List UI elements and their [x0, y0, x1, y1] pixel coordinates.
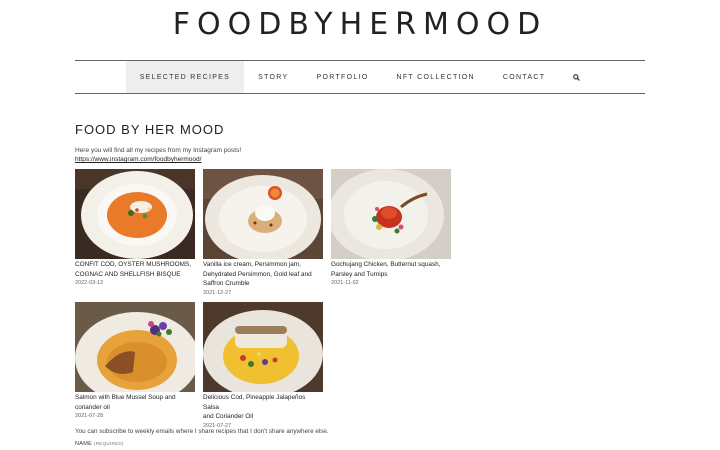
intro-line: Here you will find all my recipes from m…	[75, 147, 242, 154]
recipe-title-line[interactable]: CONFIT COD, OYSTER MUSHROOMS,	[75, 260, 195, 270]
intro-text: Here you will find all my recipes from m…	[75, 146, 645, 164]
recipe-grid: CONFIT COD, OYSTER MUSHROOMS, COGNAC AND…	[75, 169, 645, 429]
recipe-date: 2021-07-28	[75, 413, 104, 419]
recipe-title-line[interactable]: Vanilla ice cream, Persimmon jam,	[203, 260, 323, 270]
recipe-image-salmon[interactable]	[75, 302, 195, 392]
recipe-image-delicious-cod[interactable]	[203, 302, 323, 392]
recipe-image-vanilla-ice-cream[interactable]	[203, 169, 323, 259]
recipe-title[interactable]: Vanilla ice cream, Persimmon jam, Dehydr…	[203, 260, 323, 289]
instagram-link[interactable]: https://www.instagram.com/foodbyhermood/	[75, 156, 201, 163]
recipe-title-line[interactable]: COGNAC AND SHELLFISH BISQUE	[75, 270, 195, 280]
name-field-label: NAME (REQUIRED)	[75, 441, 124, 447]
recipe-title-line[interactable]: Gochujang Chicken, Butternut squash,	[331, 260, 451, 270]
recipe-image-gochujang-chicken[interactable]	[331, 169, 451, 259]
recipe-card-salmon[interactable]: Salmon with Blue Mussel Soup and coriand…	[75, 302, 195, 420]
nav-portfolio[interactable]: PORTFOLIO	[303, 61, 383, 93]
main-content: FOOD BY HER MOOD Here you will find all …	[75, 122, 645, 429]
recipe-image-confit-cod[interactable]	[75, 169, 195, 259]
recipe-title-line[interactable]: Saffron Crumble	[203, 279, 323, 289]
recipe-card-gochujang-chicken[interactable]: Gochujang Chicken, Butternut squash, Par…	[331, 169, 451, 287]
nav-story[interactable]: STORY	[244, 61, 302, 93]
nav-contact[interactable]: CONTACT	[489, 61, 559, 93]
nav-nft-collection[interactable]: NFT COLLECTION	[383, 61, 489, 93]
recipe-title-line[interactable]: Delicious Cod, Pineapple Jalapeños Salsa	[203, 393, 323, 412]
recipe-title[interactable]: Salmon with Blue Mussel Soup and coriand…	[75, 393, 195, 412]
recipe-title-line[interactable]: coriander oil	[75, 403, 195, 413]
site-title[interactable]: FOODBYHERMOOD	[0, 0, 720, 52]
main-nav: SELECTED RECIPES STORY PORTFOLIO NFT COL…	[75, 60, 645, 94]
recipe-card-vanilla-ice-cream[interactable]: Vanilla ice cream, Persimmon jam, Dehydr…	[203, 169, 323, 297]
required-marker: (REQUIRED)	[93, 441, 124, 446]
nav-selected-recipes[interactable]: SELECTED RECIPES	[125, 61, 245, 93]
page-title: FOOD BY HER MOOD	[75, 122, 225, 137]
search-icon[interactable]	[559, 61, 594, 93]
name-label-text: NAME	[75, 441, 93, 447]
newsletter-text: You can subscribe to weekly emails where…	[75, 428, 329, 435]
recipe-card-delicious-cod[interactable]: Delicious Cod, Pineapple Jalapeños Salsa…	[203, 302, 323, 430]
recipe-title-line[interactable]: and Coriander Oil	[203, 412, 323, 422]
recipe-card-confit-cod[interactable]: CONFIT COD, OYSTER MUSHROOMS, COGNAC AND…	[75, 169, 195, 287]
recipe-date: 2022-03-12	[75, 280, 104, 286]
recipe-date: 2021-12-27	[203, 289, 232, 296]
recipe-title-line[interactable]: Parsley and Turnips	[331, 270, 451, 280]
recipe-date: 2021-11-02	[331, 280, 359, 286]
recipe-title-line[interactable]: Salmon with Blue Mussel Soup and	[75, 393, 195, 403]
recipe-title-line[interactable]: Dehydrated Persimmon, Gold leaf and	[203, 270, 323, 280]
recipe-title[interactable]: Gochujang Chicken, Butternut squash, Par…	[331, 260, 451, 279]
recipe-title[interactable]: CONFIT COD, OYSTER MUSHROOMS, COGNAC AND…	[75, 260, 195, 279]
recipe-title[interactable]: Delicious Cod, Pineapple Jalapeños Salsa…	[203, 393, 323, 422]
